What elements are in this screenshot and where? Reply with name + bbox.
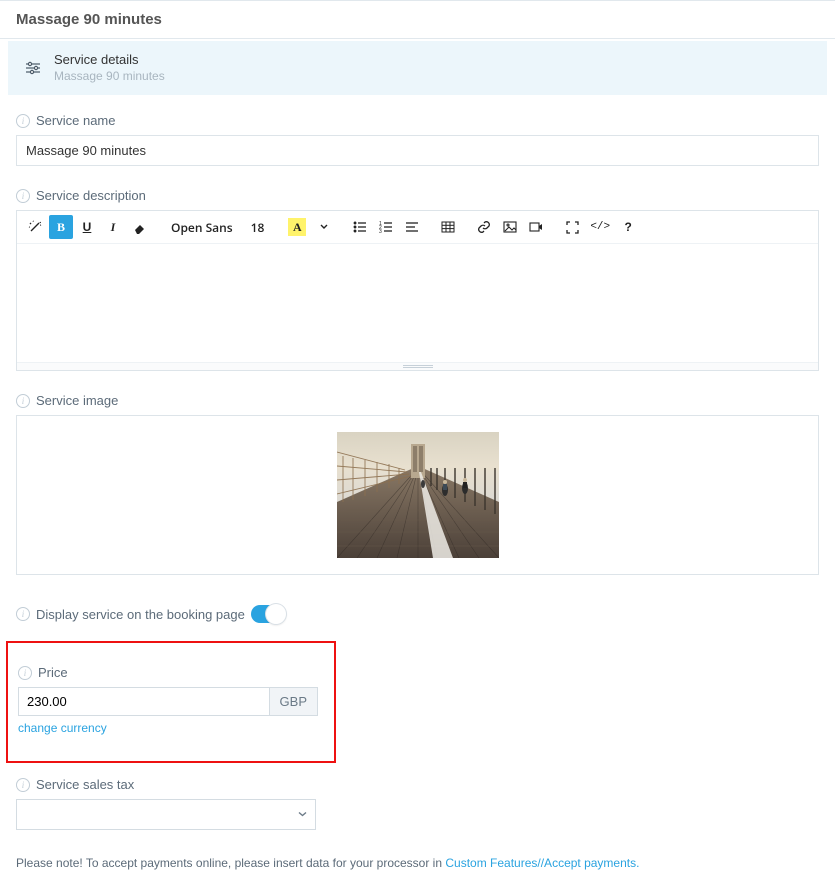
video-button[interactable] xyxy=(524,215,548,239)
service-image-label: Service image xyxy=(36,393,118,408)
info-icon[interactable]: i xyxy=(16,778,30,792)
display-toggle-row: i Display service on the booking page xyxy=(16,605,819,623)
eraser-button[interactable] xyxy=(127,215,151,239)
service-image-preview xyxy=(337,432,499,558)
display-toggle[interactable] xyxy=(251,605,285,623)
service-details-banner: Service details Massage 90 minutes xyxy=(8,41,827,95)
price-input[interactable] xyxy=(18,687,270,716)
link-button[interactable] xyxy=(472,215,496,239)
sales-tax-field: i Service sales tax xyxy=(16,777,819,830)
info-icon[interactable]: i xyxy=(16,394,30,408)
rich-text-editor: B U I Open Sans 18 A 123 xyxy=(16,210,819,371)
note-text: Please note! To accept payments online, … xyxy=(16,856,445,870)
sales-tax-select[interactable] xyxy=(16,799,316,830)
underline-button[interactable]: U xyxy=(75,215,99,239)
svg-text:3: 3 xyxy=(379,229,382,234)
resize-handle[interactable] xyxy=(17,362,818,370)
page-title: Massage 90 minutes xyxy=(0,0,835,39)
info-icon[interactable]: i xyxy=(16,114,30,128)
magic-icon[interactable] xyxy=(23,215,47,239)
service-name-field: i Service name xyxy=(16,113,819,166)
info-icon[interactable]: i xyxy=(18,666,32,680)
change-currency-link[interactable]: change currency xyxy=(18,721,107,735)
fullscreen-button[interactable] xyxy=(560,215,584,239)
image-preview-box[interactable] xyxy=(16,415,819,575)
font-size-select[interactable]: 18 xyxy=(243,215,273,239)
bold-button[interactable]: B xyxy=(49,215,73,239)
banner-subtitle: Massage 90 minutes xyxy=(54,69,165,85)
help-button[interactable]: ? xyxy=(616,215,640,239)
service-name-label: Service name xyxy=(36,113,115,128)
custom-features-link[interactable]: Custom Features//Accept payments. xyxy=(445,856,639,870)
list-ol-button[interactable]: 123 xyxy=(374,215,398,239)
editor-toolbar: B U I Open Sans 18 A 123 xyxy=(17,211,818,244)
italic-button[interactable]: I xyxy=(101,215,125,239)
editor-textarea[interactable] xyxy=(17,244,818,362)
payments-note: Please note! To accept payments online, … xyxy=(16,856,819,870)
list-ul-button[interactable] xyxy=(348,215,372,239)
banner-title: Service details xyxy=(54,52,165,69)
chevron-down-icon[interactable] xyxy=(312,215,336,239)
image-button[interactable] xyxy=(498,215,522,239)
price-label: Price xyxy=(38,665,68,680)
code-button[interactable]: </> xyxy=(586,215,614,239)
service-description-field: i Service description B U I Open Sans 18… xyxy=(16,188,819,371)
sliders-icon xyxy=(24,59,42,77)
price-section-highlight: i Price GBP change currency xyxy=(6,641,336,763)
currency-suffix: GBP xyxy=(270,687,318,716)
align-button[interactable] xyxy=(400,215,424,239)
info-icon[interactable]: i xyxy=(16,607,30,621)
font-family-select[interactable]: Open Sans xyxy=(163,215,241,239)
sales-tax-label: Service sales tax xyxy=(36,777,134,792)
service-name-input[interactable] xyxy=(16,135,819,166)
text-color-button[interactable]: A xyxy=(284,215,310,239)
service-image-field: i Service image xyxy=(16,393,819,575)
display-toggle-label: Display service on the booking page xyxy=(36,607,245,622)
info-icon[interactable]: i xyxy=(16,189,30,203)
table-button[interactable] xyxy=(436,215,460,239)
service-description-label: Service description xyxy=(36,188,146,203)
